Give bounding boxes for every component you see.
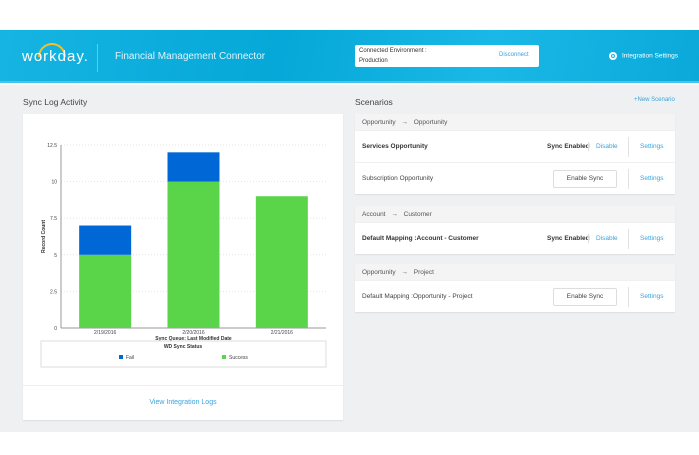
bar-success (79, 254, 132, 328)
enable-sync-button[interactable]: Enable Sync (553, 288, 617, 306)
divider (588, 234, 589, 243)
scenario-group-header: Opportunity → Project (355, 264, 675, 280)
bar-fail (79, 225, 132, 255)
disable-link[interactable]: Disable (596, 235, 618, 242)
scenario-group-header: Opportunity → Opportunity (355, 114, 675, 130)
scenario-row: Subscription Opportunity Enable Sync Setti… (355, 162, 675, 194)
bar-success (255, 196, 308, 328)
main-content: Sync Log Activity 0 2.5 5 7.5 10 12.5 2/19/201… (0, 85, 699, 432)
divider (628, 229, 629, 249)
integration-settings-button[interactable]: Integration Settings (609, 52, 678, 60)
legend-label: Success (229, 355, 248, 361)
divider (628, 137, 629, 157)
divider (588, 142, 589, 151)
divider (97, 44, 98, 72)
scenario-row: Default Mapping :Opportunity - Project En… (355, 280, 675, 312)
y-tick-label: 10 (51, 180, 57, 186)
divider (23, 385, 343, 386)
arrow-right-icon: → (401, 269, 408, 276)
settings-link[interactable]: Settings (640, 235, 664, 242)
sync-log-chart: 02.557.51012.52/19/2016 2/20/2016 2/21/201… (40, 143, 327, 368)
disconnect-link[interactable]: Disconnect (499, 52, 529, 58)
bar-success (167, 181, 220, 328)
connected-environment-box: Connected Environment : Production Disco… (355, 45, 539, 67)
scenario-group-header: Account → Customer (355, 206, 675, 222)
legend-swatch-fail (119, 355, 123, 359)
scenario-group: Opportunity → Opportunity Services Opport… (355, 114, 675, 194)
workday-logo: workday. (22, 48, 89, 65)
scenarios-title: Scenarios (355, 97, 393, 107)
env-label: Connected Environment : (359, 48, 427, 54)
source-object: Opportunity (362, 269, 396, 276)
legend-title: WD Sync Status (164, 344, 203, 350)
sync-log-card: 0 2.5 5 7.5 10 12.5 2/19/2016 2/20/2016 2/21/201… (23, 114, 343, 420)
app-header: workday. Financial Management Connector … (0, 30, 699, 83)
scenario-name: Services Opportunity (362, 143, 428, 150)
disable-link[interactable]: Disable (596, 143, 618, 150)
arrow-right-icon: → (401, 119, 408, 126)
settings-link[interactable]: Settings (640, 175, 664, 182)
bar-fail (167, 152, 220, 182)
scenario-group: Account → Customer Default Mapping :Accou… (355, 206, 675, 254)
integration-settings-label: Integration Settings (622, 52, 679, 60)
legend-swatch-success (222, 355, 226, 359)
source-object: Opportunity (362, 119, 396, 126)
target-object: Customer (403, 211, 432, 218)
target-object: Project (413, 269, 434, 276)
app-title: Financial Management Connector (115, 51, 266, 62)
legend-label: Fail (126, 355, 134, 361)
y-tick-label: 0 (54, 326, 57, 332)
new-scenario-link[interactable]: +New Scenario (634, 97, 675, 103)
y-tick-label: 7.5 (50, 216, 57, 222)
sync-status: Sync Enabled (547, 235, 590, 242)
scenario-name: Subscription Opportunity (362, 175, 434, 182)
y-axis-label: Record Count (41, 220, 47, 253)
y-tick-label: 5 (54, 253, 57, 259)
scenario-name: Default Mapping :Account - Customer (362, 235, 479, 242)
scenario-name: Default Mapping :Opportunity - Project (362, 293, 473, 300)
divider (628, 287, 629, 307)
gear-icon (609, 52, 617, 60)
scenario-row: Services Opportunity Sync Enabled Disable S… (355, 130, 675, 162)
arrow-right-icon: → (391, 211, 398, 218)
x-tick-label: 2/21/2016 (271, 330, 293, 336)
settings-link[interactable]: Settings (640, 293, 664, 300)
view-integration-logs-link[interactable]: View Integration Logs (23, 399, 343, 406)
sync-status: Sync Enabled (547, 143, 590, 150)
scenario-group: Opportunity → Project Default Mapping :Op… (355, 264, 675, 312)
enable-sync-button[interactable]: Enable Sync (553, 170, 617, 188)
divider (628, 169, 629, 189)
settings-link[interactable]: Settings (640, 143, 664, 150)
y-tick-label: 2.5 (50, 289, 57, 295)
sync-log-title: Sync Log Activity (23, 97, 88, 107)
target-object: Opportunity (413, 119, 448, 126)
env-value: Production (359, 58, 388, 64)
y-tick-label: 12.5 (47, 143, 57, 149)
x-tick-label: 2/19/2016 (94, 330, 116, 336)
source-object: Account (362, 211, 386, 218)
scenario-row: Default Mapping :Account - Customer Sync … (355, 222, 675, 254)
